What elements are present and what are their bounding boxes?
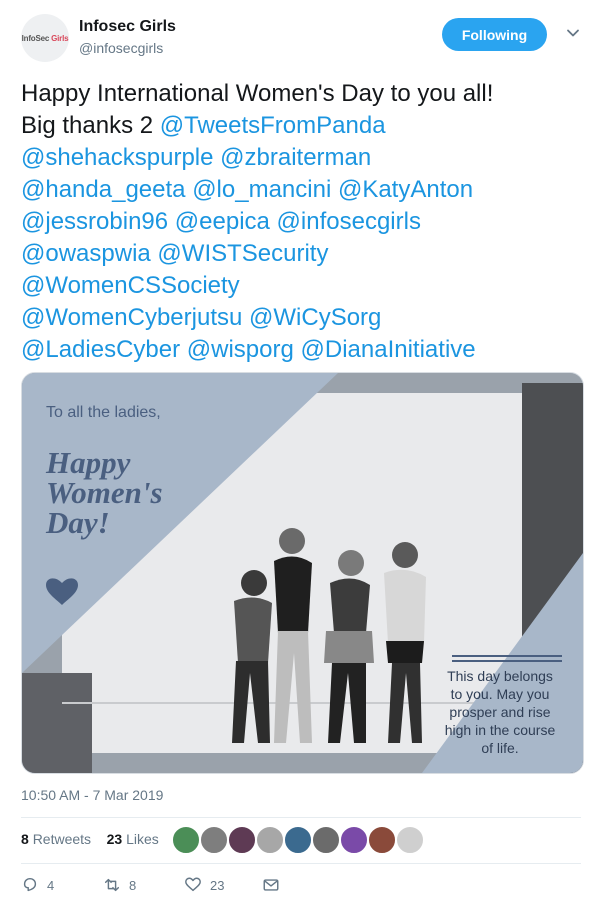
tweet-line-1: Happy International Women's Day to you a… [21, 80, 494, 107]
avatar[interactable] [228, 826, 256, 854]
tweet-image[interactable]: To all the ladies, Happy Women's Day! Th… [21, 372, 584, 774]
likes-label: Likes [126, 831, 159, 847]
mention-link[interactable]: @WISTSecurity [157, 240, 328, 267]
retweet-icon [104, 878, 120, 892]
tweet-text: Happy International Women's Day to you a… [21, 78, 591, 366]
mention-link[interactable]: @owaspwia [21, 240, 151, 267]
likes-stat[interactable]: 23 Likes [107, 831, 159, 847]
image-note-line-2: to you. May you [451, 686, 550, 702]
mention-link[interactable]: @eepica [175, 208, 270, 235]
avatar[interactable]: InfoSec Girls [21, 14, 69, 62]
retweets-count: 8 [21, 831, 29, 847]
following-button[interactable]: Following [442, 18, 547, 51]
avatar[interactable] [172, 826, 200, 854]
mention-link[interactable]: @WomenCyberjutsu [21, 304, 242, 331]
divider [21, 817, 581, 818]
mention-link[interactable]: @jessrobin96 [21, 208, 168, 235]
avatar[interactable] [256, 826, 284, 854]
mention-link[interactable]: @zbraiterman [220, 144, 371, 171]
retweets-label: Retweets [32, 831, 92, 847]
avatar-text-b: Girls [51, 33, 69, 43]
tweet-stats: 8 Retweets 23 Likes [21, 831, 159, 847]
retweet-count: 8 [129, 877, 137, 893]
author-handle[interactable]: @infosecgirls [79, 40, 163, 56]
direct-message-button[interactable] [262, 876, 288, 894]
avatar[interactable] [396, 826, 424, 854]
tweet-header: InfoSec Girls Infosec Girls @infosecgirl… [21, 14, 586, 66]
avatar[interactable] [284, 826, 312, 854]
image-note-line-1: This day belongs [447, 668, 553, 684]
avatar[interactable] [340, 826, 368, 854]
likes-count: 23 [106, 831, 123, 847]
heart-outline-icon [185, 877, 201, 892]
mention-link[interactable]: @shehackspurple [21, 144, 213, 171]
avatar[interactable] [312, 826, 340, 854]
tweet-line-2-prefix: Big thanks 2 [21, 112, 160, 139]
avatar-text-a: InfoSec [21, 33, 50, 43]
mention-link[interactable]: @wisporg [187, 336, 294, 363]
reply-button[interactable]: 4 [21, 876, 54, 894]
reply-icon [23, 877, 37, 892]
image-note-line-4: high in the course [445, 722, 556, 738]
like-button[interactable]: 23 [184, 876, 224, 894]
image-note-line-5: of life. [481, 740, 518, 756]
divider [21, 863, 581, 864]
image-note-line-3: prosper and rise [449, 704, 550, 720]
mention-link[interactable]: @WomenCSSociety [21, 272, 240, 299]
mention-link[interactable]: @LadiesCyber [21, 336, 180, 363]
retweets-stat[interactable]: 8 Retweets [21, 831, 91, 847]
mention-link[interactable]: @KatyAnton [338, 176, 473, 203]
mention-link[interactable]: @handa_geeta [21, 176, 186, 203]
avatar[interactable] [200, 826, 228, 854]
womens-day-card: To all the ladies, Happy Women's Day! Th… [22, 373, 583, 773]
tweet-timestamp[interactable]: 10:50 AM - 7 Mar 2019 [21, 787, 163, 803]
mention-link[interactable]: @infosecgirls [277, 208, 421, 235]
image-title-line-3: Day! [45, 505, 110, 540]
retweet-button[interactable]: 8 [103, 876, 136, 894]
mention-link[interactable]: @TweetsFromPanda [160, 112, 386, 139]
like-count: 23 [210, 877, 225, 893]
mention-link[interactable]: @WiCySorg [249, 304, 381, 331]
reply-count: 4 [47, 877, 55, 893]
chevron-down-icon[interactable] [566, 26, 580, 40]
mention-link[interactable]: @DianaInitiative [301, 336, 476, 363]
avatar[interactable] [368, 826, 396, 854]
envelope-icon [263, 879, 279, 891]
image-greeting: To all the ladies, [46, 404, 161, 421]
mention-link[interactable]: @lo_mancini [192, 176, 331, 203]
author-name[interactable]: Infosec Girls [79, 18, 176, 36]
